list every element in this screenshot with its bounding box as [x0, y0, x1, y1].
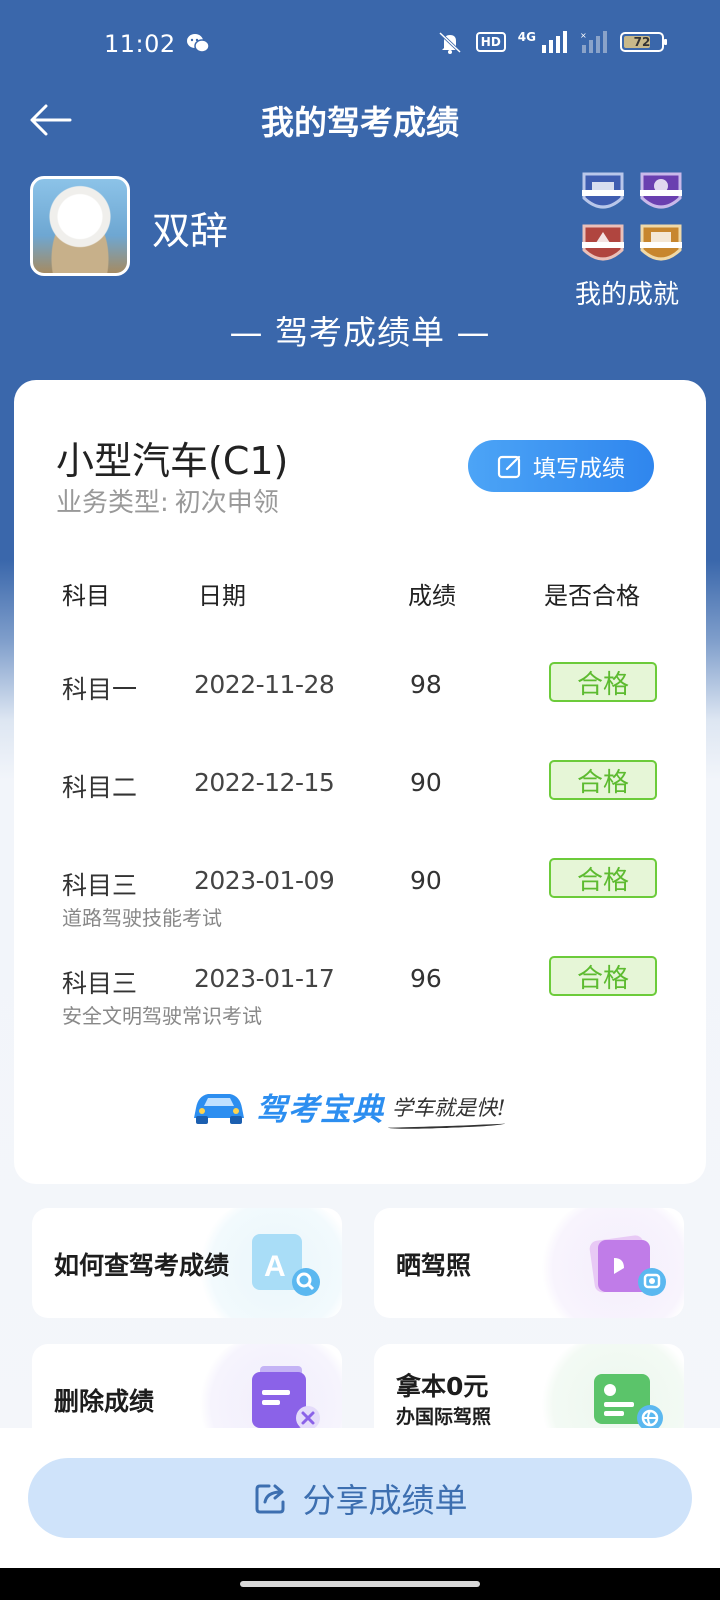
bottom-bar: 分享成绩单 [0, 1428, 720, 1568]
row-date: 2022-12-15 [194, 768, 335, 797]
row-subject: 科目一 [62, 675, 138, 704]
username: 双辞 [152, 209, 229, 253]
tile-label: 拿本0元 办国际驾照 [396, 1372, 491, 1432]
photo-icon [589, 1235, 666, 1296]
home-indicator[interactable] [240, 1581, 480, 1587]
pass-badge: 合格 [549, 662, 657, 702]
share-icon [255, 1484, 284, 1514]
brand-logo: 驾考宝典 学车就是快! [190, 1084, 505, 1129]
row-subject: 科目二 [62, 773, 138, 802]
license-type: 小型汽车(C1) [56, 439, 289, 483]
svg-text:A: A [264, 1250, 286, 1283]
row-score: 90 [410, 866, 442, 895]
share-report-label: 分享成绩单 [302, 1481, 468, 1520]
badge-gold-icon [640, 224, 682, 261]
pass-badge: 合格 [549, 858, 657, 898]
business-type-label: 业务类型: [56, 488, 169, 518]
battery-icon: 72 [620, 32, 667, 52]
tile-label: 晒驾照 [396, 1251, 472, 1280]
business-type: 业务类型: 初次申领 [56, 482, 279, 519]
col-header-date: 日期 [198, 582, 246, 610]
badge-red-icon [582, 224, 624, 261]
signal-icon [542, 31, 567, 53]
row-score: 90 [410, 768, 442, 797]
score-card: 小型汽车(C1) 业务类型: 初次申领 填写成绩 科目 日期 成绩 是否合格 科目… [14, 380, 706, 1184]
mute-bell-icon [438, 31, 461, 54]
row-subject: 科目三 [62, 969, 138, 998]
col-header-subject: 科目 [62, 582, 110, 610]
badge-grid [578, 168, 684, 268]
section-title: — 驾考成绩单 — [229, 313, 491, 352]
business-type-value: 初次申领 [174, 488, 279, 518]
id-card-globe-icon [594, 1374, 663, 1431]
status-icons: HD 4G × 72 [436, 30, 667, 54]
badge-blue-icon [582, 172, 624, 209]
battery-level: 72 [633, 35, 651, 49]
share-report-button[interactable]: 分享成绩单 [28, 1458, 692, 1538]
hd-indicator: HD [475, 32, 506, 52]
car-logo-icon [194, 1093, 244, 1124]
row-date: 2023-01-09 [194, 866, 335, 895]
svg-text:×: × [580, 31, 587, 40]
badge-purple-icon [640, 172, 682, 209]
system-nav-bar [0, 1568, 720, 1600]
signal-weak-icon: × [580, 31, 607, 53]
col-header-passed: 是否合格 [544, 582, 640, 610]
row-score: 96 [410, 964, 442, 993]
fill-score-button[interactable]: 填写成绩 [468, 440, 654, 492]
status-bar: 11:02 HD 4G × 72 [0, 0, 720, 90]
col-header-score: 成绩 [408, 582, 456, 610]
table-row: 科目一 2022-11-28 98 合格 [14, 662, 706, 730]
network-type: 4G [517, 30, 536, 44]
table-row: 科目二 2022-12-15 90 合格 [14, 760, 706, 828]
pass-badge: 合格 [549, 760, 657, 800]
tile-how-to-check[interactable]: 如何查驾考成绩 A [32, 1208, 342, 1318]
fill-score-label: 填写成绩 [533, 456, 625, 482]
tile-label: 如何查驾考成绩 [54, 1251, 230, 1280]
pass-badge: 合格 [549, 956, 657, 996]
brand-name: 驾考宝典 [256, 1092, 384, 1128]
row-note: 道路驾驶技能考试 [62, 906, 222, 930]
achievements-button[interactable]: 我的成就 [574, 168, 684, 311]
table-row: 科目三 2023-01-17 96 合格 安全文明驾驶常识考试 [14, 956, 706, 1028]
avatar[interactable] [30, 176, 130, 276]
row-date: 2023-01-17 [194, 964, 335, 993]
clock: 11:02 [104, 30, 176, 58]
row-subject: 科目三 [62, 871, 138, 900]
delete-doc-icon [252, 1366, 320, 1430]
row-score: 98 [410, 670, 442, 699]
page-title: 我的驾考成绩 [261, 103, 459, 142]
row-note: 安全文明驾驶常识考试 [62, 1004, 262, 1028]
search-doc-icon: A [252, 1234, 320, 1296]
tile-label: 删除成绩 [54, 1387, 155, 1416]
table-row: 科目三 2023-01-09 90 合格 道路驾驶技能考试 [14, 858, 706, 930]
tile-label-main: 拿本0元 [396, 1372, 489, 1401]
wechat-icon [186, 32, 210, 58]
row-date: 2022-11-28 [194, 670, 335, 699]
edit-icon [497, 455, 521, 479]
tile-show-license[interactable]: 晒驾照 [374, 1208, 684, 1318]
brand-slogan: 学车就是快! [392, 1092, 505, 1122]
